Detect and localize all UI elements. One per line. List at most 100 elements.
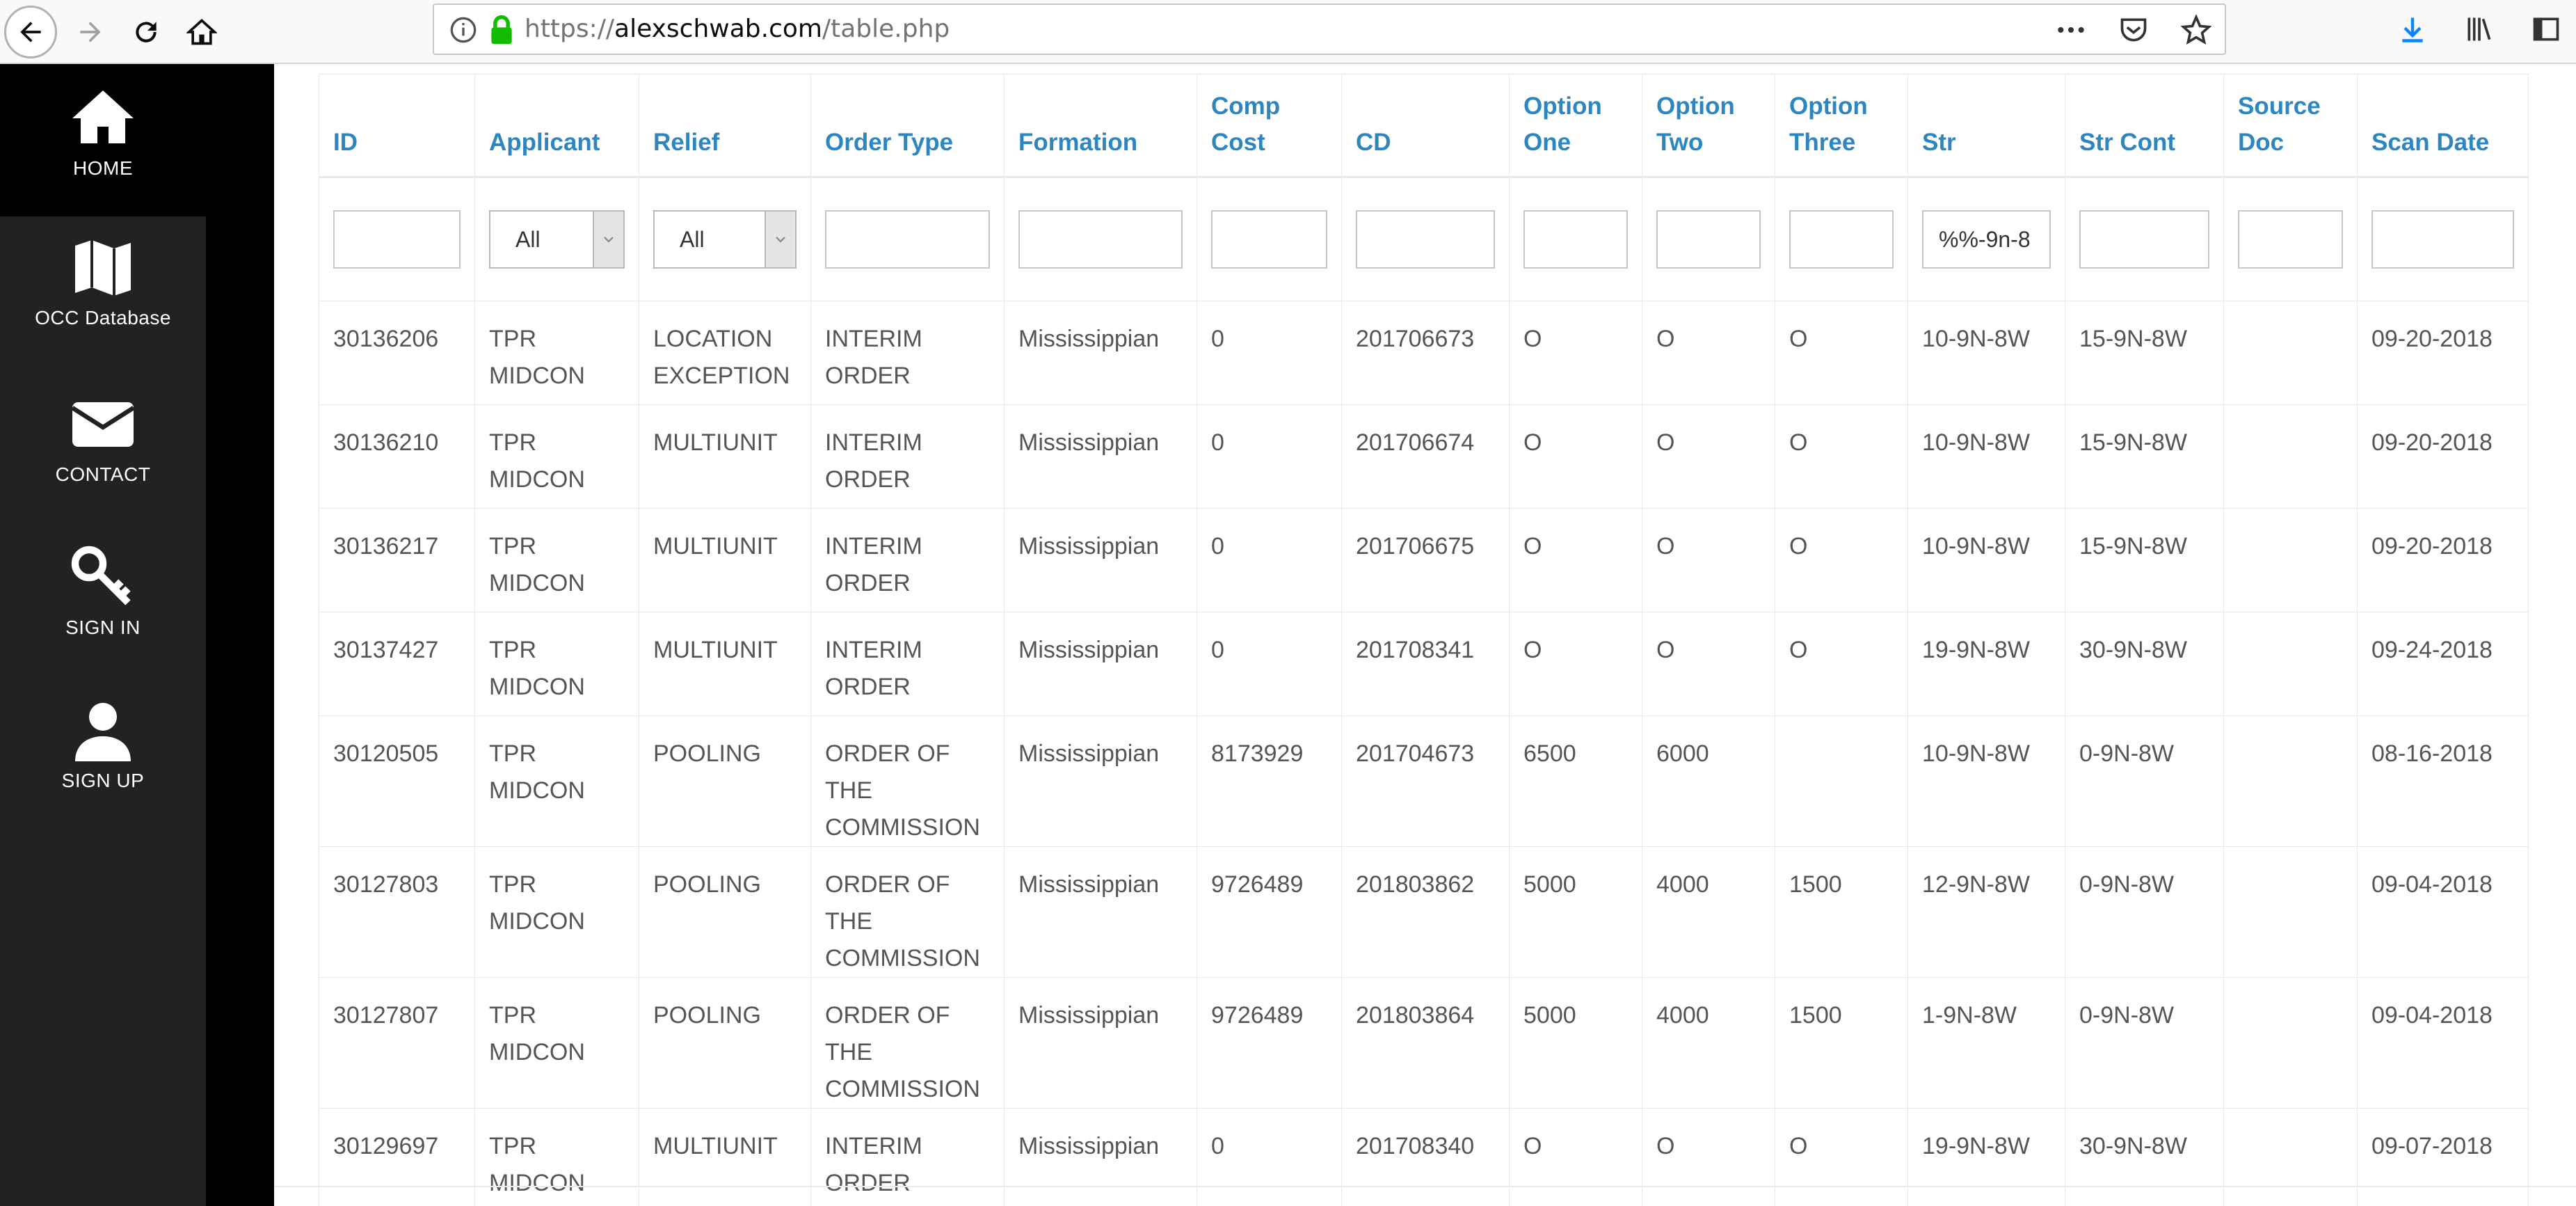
table-cell: 10-9N-8W [1907,508,2065,612]
library-icon[interactable] [2460,10,2499,49]
column-header-scan-date[interactable]: Scan Date [2357,74,2529,177]
table-row[interactable]: 30120505 TPR MIDCON POOLING ORDER OF THE CO… [319,715,2529,847]
table-cell: 09-20-2018 [2357,508,2529,612]
filter-str-input[interactable] [1922,210,2051,269]
filter-id-input[interactable] [333,210,461,269]
table-cell: TPR MIDCON [474,612,639,716]
table-row[interactable]: 30127807 TPR MIDCON POOLING ORDER OF THE CO… [319,977,2529,1109]
column-header-applicant[interactable]: Applicant [474,74,639,177]
table-cell: 08-16-2018 [2357,715,2529,847]
filter-formation-input[interactable] [1018,210,1183,269]
table-cell: 8173929 [1197,715,1342,847]
table-cell: 09-04-2018 [2357,977,2529,1109]
table-cell: 0 [1197,404,1342,509]
table-cell: 30136210 [319,404,475,509]
table-cell: Mississippian [1004,612,1197,716]
filter-option-one-input[interactable] [1523,210,1628,269]
column-header-option-one[interactable]: Option One [1509,74,1642,177]
filter-source-doc-input[interactable] [2238,210,2343,269]
table-cell: 30129697 [319,1108,475,1206]
table-cell: 1-9N-8W [1907,977,2065,1109]
sidebar-item-occ-database[interactable]: OCC Database [0,235,206,374]
filter-cd-input[interactable] [1356,210,1495,269]
filter-option-two-input[interactable] [1656,210,1761,269]
table-cell: 30136206 [319,301,475,405]
table-cell: 15-9N-8W [2065,301,2224,405]
filter-str-cont-input[interactable] [2079,210,2209,269]
more-icon[interactable] [2054,13,2088,47]
sidebar-icon[interactable] [2527,10,2566,49]
table-cell: INTERIM ORDER [810,301,1005,405]
table-cell: 09-04-2018 [2357,846,2529,978]
table-cell [2223,612,2358,716]
table-cell: 201704673 [1341,715,1510,847]
table-cell: Mississippian [1004,715,1197,847]
table-cell: 30127807 [319,977,475,1109]
table-cell: 201803864 [1341,977,1510,1109]
info-icon[interactable] [449,16,477,44]
table-cell: O [1642,404,1775,509]
table-row[interactable]: 30127803 TPR MIDCON POOLING ORDER OF THE CO… [319,846,2529,978]
table-cell [2223,715,2358,847]
table-cell: TPR MIDCON [474,715,639,847]
sidebar-item-sign-in[interactable]: SIGN IN [0,544,206,683]
table-cell: 10-9N-8W [1907,404,2065,509]
column-header-id[interactable]: ID [319,74,475,177]
column-header-source-doc[interactable]: Source Doc [2223,74,2358,177]
table-cell: POOLING [639,715,811,847]
table-cell: 30137427 [319,612,475,716]
reload-button[interactable] [120,6,173,58]
table-cell: 201803862 [1341,846,1510,978]
table-cell [1775,715,1908,847]
sidebar-item-sign-up[interactable]: SIGN UP [0,697,206,836]
table-cell: INTERIM ORDER [810,404,1005,509]
table-row[interactable]: 30129697 TPR MIDCON MULTIUNIT INTERIM ORDER… [319,1108,2529,1206]
pocket-icon[interactable] [2116,13,2151,47]
table-cell: O [1642,612,1775,716]
table-cell [2223,301,2358,405]
back-button[interactable] [4,6,57,58]
chevron-down-icon [593,212,623,267]
table-cell: 6000 [1642,715,1775,847]
table-row[interactable]: 30136217 TPR MIDCON MULTIUNIT INTERIM ORDER… [319,508,2529,612]
table-cell: O [1509,612,1642,716]
column-header-order-type[interactable]: Order Type [810,74,1005,177]
filter-relief-select[interactable]: All [653,210,797,269]
table-cell: TPR MIDCON [474,846,639,978]
filter-comp-cost-input[interactable] [1211,210,1327,269]
forward-button[interactable] [64,6,117,58]
sidebar-item-home[interactable]: HOME [0,64,206,216]
star-icon[interactable] [2179,13,2214,47]
column-header-cd[interactable]: CD [1341,74,1510,177]
table-cell: 30-9N-8W [2065,1108,2224,1206]
table-row[interactable]: 30137427 TPR MIDCON MULTIUNIT INTERIM ORDER… [319,612,2529,716]
filter-scan-date-input[interactable] [2371,210,2514,269]
table-row[interactable]: 30136210 TPR MIDCON MULTIUNIT INTERIM ORDER… [319,404,2529,509]
sidebar: HOME OCC Database CONTACT SIGN IN SIGN U… [0,64,206,1206]
table-cell: TPR MIDCON [474,977,639,1109]
table-cell: Mississippian [1004,846,1197,978]
table-cell: MULTIUNIT [639,612,811,716]
filter-option-three-input[interactable] [1789,210,1894,269]
column-header-formation[interactable]: Formation [1004,74,1197,177]
filter-order-type-input[interactable] [825,210,990,269]
table-cell: 19-9N-8W [1907,1108,2065,1206]
home-button[interactable] [175,6,228,58]
filter-applicant-select[interactable]: All [489,210,625,269]
header-row: ID Applicant Relief Order Type Formation… [319,74,2529,177]
table-cell [2223,404,2358,509]
table-cell: LOCATION EXCEPTION [639,301,811,405]
column-header-relief[interactable]: Relief [639,74,811,177]
column-header-comp-cost[interactable]: Comp Cost [1197,74,1342,177]
column-header-option-two[interactable]: Option Two [1642,74,1775,177]
sidebar-item-contact[interactable]: CONTACT [0,391,206,530]
lock-icon [491,15,512,45]
column-header-str-cont[interactable]: Str Cont [2065,74,2224,177]
column-header-str[interactable]: Str [1907,74,2065,177]
table-cell: INTERIM ORDER [810,508,1005,612]
url-bar[interactable]: https://alexschwab.com/table.php [433,3,2226,55]
download-icon[interactable] [2393,10,2432,49]
table-row[interactable]: 30136206 TPR MIDCON LOCATION EXCEPTION INTE… [319,301,2529,405]
column-header-option-three[interactable]: Option Three [1775,74,1908,177]
forward-icon [80,22,101,42]
